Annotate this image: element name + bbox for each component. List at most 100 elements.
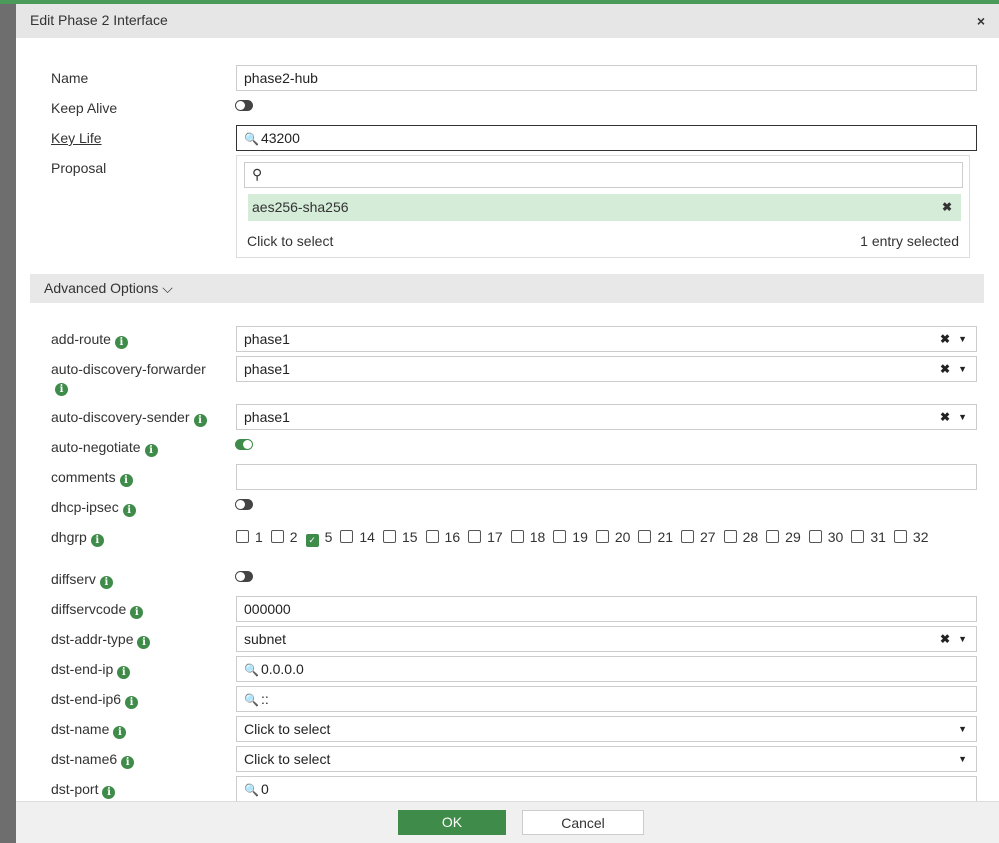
dialog-title: Edit Phase 2 Interface — [30, 12, 168, 28]
key-life-label[interactable]: Key Life — [51, 130, 102, 147]
dhgrp-option[interactable]: 20 — [595, 529, 630, 546]
info-icon[interactable]: i — [125, 696, 139, 709]
checkbox[interactable] — [340, 530, 354, 543]
dhgrp-option[interactable]: 19 — [553, 529, 588, 546]
info-icon[interactable]: i — [99, 576, 113, 589]
checkbox[interactable] — [425, 530, 439, 543]
search-icon: ⚲ — [252, 166, 263, 182]
dhgrp-option[interactable]: 28 — [723, 529, 758, 546]
diffserv-toggle[interactable] — [235, 571, 253, 582]
caret-down-icon[interactable]: ▼ — [958, 405, 967, 429]
dhgrp-option[interactable]: ✓ 5 — [305, 529, 332, 547]
dhgrp-option[interactable]: 32 — [893, 529, 928, 546]
proposal-search-input[interactable]: ⚲ — [244, 162, 963, 188]
caret-down-icon[interactable]: ▼ — [958, 717, 967, 741]
dhcp-ipsec-toggle[interactable] — [235, 499, 253, 510]
checkbox[interactable] — [723, 530, 737, 543]
name-label: Name — [51, 70, 89, 86]
dhgrp-option[interactable]: 14 — [340, 529, 375, 546]
checkbox[interactable] — [851, 530, 865, 543]
dhgrp-option[interactable]: 15 — [382, 529, 418, 546]
checkbox[interactable] — [893, 530, 907, 543]
checkbox[interactable] — [510, 530, 524, 543]
info-icon[interactable]: i — [114, 336, 128, 349]
key-life-input[interactable]: 🔍 43200 — [236, 125, 977, 151]
checkbox[interactable] — [638, 530, 652, 543]
dhgrp-option[interactable]: 21 — [638, 529, 673, 546]
dhgrp-option[interactable]: 16 — [425, 529, 460, 546]
checkbox[interactable] — [468, 530, 482, 543]
dhgrp-option[interactable]: 27 — [681, 529, 716, 546]
dhgrp-option[interactable]: 2 — [270, 529, 298, 546]
info-icon[interactable]: i — [137, 636, 151, 649]
remove-icon[interactable]: ✖ — [942, 194, 952, 221]
caret-down-icon[interactable]: ▼ — [958, 627, 967, 651]
info-icon[interactable]: i — [90, 534, 104, 547]
dst-end-ip6-label: dst-end-ip6 i — [51, 691, 139, 709]
ok-button[interactable]: OK — [398, 810, 506, 835]
comments-input[interactable] — [236, 464, 977, 490]
info-icon[interactable]: i — [119, 474, 133, 487]
diffservcode-input[interactable]: 000000 — [236, 596, 977, 622]
dhgrp-label: dhgrp i — [51, 529, 104, 547]
dhgrp-option[interactable]: 29 — [766, 529, 801, 546]
auto-discovery-forwarder-select[interactable]: phase1 ✖ ▼ — [236, 356, 977, 382]
dhgrp-option[interactable]: 17 — [468, 529, 503, 546]
info-icon[interactable]: i — [130, 606, 144, 619]
search-icon: 🔍 — [244, 693, 259, 707]
auto-negotiate-toggle[interactable] — [235, 439, 253, 450]
checkbox[interactable] — [270, 530, 284, 543]
keep-alive-toggle[interactable] — [235, 100, 253, 111]
info-icon[interactable]: i — [102, 786, 116, 799]
clear-icon[interactable]: ✖ — [940, 627, 950, 651]
dst-end-ip6-input[interactable]: 🔍:: — [236, 686, 977, 712]
info-icon[interactable]: i — [113, 726, 127, 739]
dhgrp-option[interactable]: 1 — [236, 529, 263, 546]
checkbox[interactable] — [681, 530, 695, 543]
dst-name-select[interactable]: Click to select ▼ — [236, 716, 977, 742]
info-icon[interactable]: i — [121, 756, 135, 769]
clear-icon[interactable]: ✖ — [940, 357, 950, 381]
dst-end-ip-label: dst-end-ip i — [51, 661, 131, 679]
checkbox[interactable] — [766, 530, 780, 543]
close-icon[interactable]: × — [977, 13, 985, 29]
dst-name6-select[interactable]: Click to select ▼ — [236, 746, 977, 772]
checkbox[interactable]: ✓ — [305, 534, 319, 547]
dst-addr-type-select[interactable]: subnet ✖ ▼ — [236, 626, 977, 652]
clear-icon[interactable]: ✖ — [940, 327, 950, 351]
caret-down-icon[interactable]: ▼ — [958, 327, 967, 351]
auto-negotiate-label: auto-negotiate i — [51, 439, 158, 457]
checkbox[interactable] — [553, 530, 567, 543]
dhgrp-option[interactable]: 18 — [510, 529, 545, 546]
name-input[interactable]: phase2-hub — [236, 65, 977, 91]
checkbox[interactable] — [382, 530, 396, 543]
clear-icon[interactable]: ✖ — [940, 405, 950, 429]
info-icon[interactable]: i — [144, 444, 158, 457]
auto-discovery-sender-select[interactable]: phase1 ✖ ▼ — [236, 404, 977, 430]
dhgrp-option[interactable]: 31 — [851, 529, 886, 546]
info-icon[interactable]: i — [122, 504, 136, 517]
proposal-selected-item[interactable]: aes256-sha256 ✖ — [248, 194, 961, 221]
dst-end-ip-input[interactable]: 🔍 0.0.0.0 — [236, 656, 977, 682]
proposal-hint[interactable]: Click to select — [247, 233, 333, 249]
checkbox[interactable] — [236, 530, 249, 543]
caret-down-icon[interactable]: ▼ — [958, 747, 967, 771]
caret-down-icon[interactable]: ▼ — [958, 357, 967, 381]
cancel-button[interactable]: Cancel — [522, 810, 644, 835]
info-icon[interactable]: i — [117, 666, 131, 679]
add-route-select[interactable]: phase1 ✖ ▼ — [236, 326, 977, 352]
resize-handle[interactable]: ⋮ — [6, 418, 16, 429]
add-route-label: add-route i — [51, 331, 128, 349]
checkbox[interactable] — [595, 530, 609, 543]
info-icon[interactable]: i — [193, 414, 207, 427]
chevron-down-icon: ⌵ — [162, 280, 173, 296]
info-icon[interactable]: i — [55, 383, 68, 396]
advanced-options-toggle[interactable]: Advanced Options ⌵ — [30, 274, 984, 303]
dhgrp-option[interactable]: 30 — [808, 529, 843, 546]
dst-name6-label: dst-name6 i — [51, 751, 135, 769]
keep-alive-label: Keep Alive — [51, 100, 118, 116]
dhgrp-checkboxes: 1 2 ✓ 5 14 15 16 17 18 19 20 21 27 28 29 30 31 32 — [236, 529, 976, 547]
dst-port-input[interactable]: 🔍 0 — [236, 776, 977, 802]
checkbox[interactable] — [808, 530, 822, 543]
proposal-label: Proposal — [51, 160, 107, 176]
